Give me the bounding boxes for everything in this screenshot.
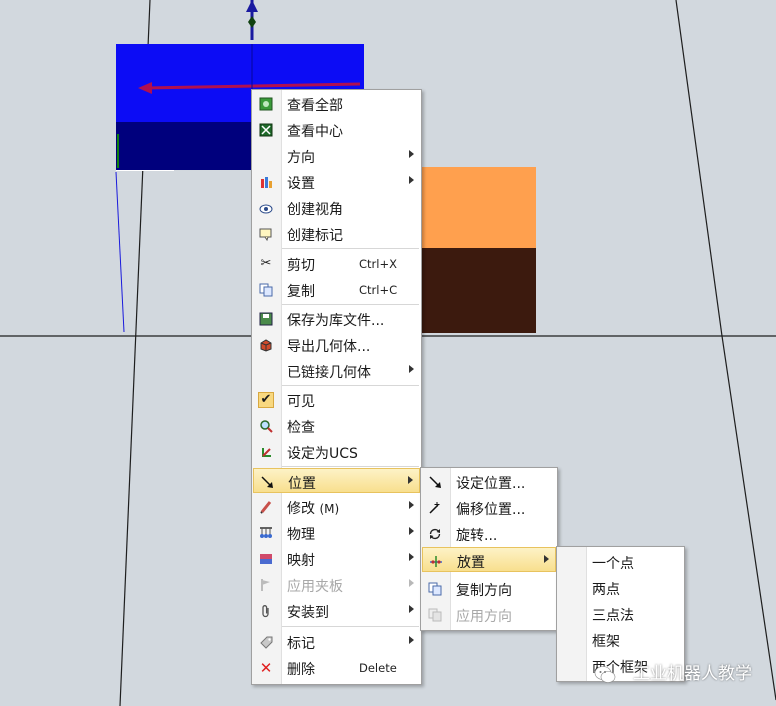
menu-item-apply-fixture: 应用夹板	[253, 572, 420, 597]
chevron-right-icon	[409, 150, 414, 158]
chevron-right-icon	[409, 579, 414, 587]
rotate-icon	[427, 526, 443, 542]
chevron-right-icon	[409, 365, 414, 373]
menu-item-delete[interactable]: ✕ 删除 Delete	[253, 655, 420, 680]
watermark-text: 工业机器人教学	[633, 664, 752, 684]
menu-item-attach-to[interactable]: 安装到	[253, 598, 420, 623]
menu-item-offset-position[interactable]: 偏移位置...	[422, 495, 556, 520]
menu-item-orientation[interactable]: 方向	[253, 143, 420, 168]
copy-orientation-icon	[427, 581, 443, 597]
menu-item-inspect[interactable]: 检查	[253, 413, 420, 438]
menu-item-view-all[interactable]: 查看全部	[253, 91, 420, 116]
menu-item-two-points[interactable]: 两点	[558, 575, 683, 600]
menu-item-physics[interactable]: 物理	[253, 520, 420, 545]
delete-icon: ✕	[259, 659, 273, 677]
physics-icon	[258, 525, 274, 541]
menu-item-modify[interactable]: 修改 (M)	[253, 494, 420, 519]
chevron-right-icon	[409, 176, 414, 184]
menu-item-set-position[interactable]: 设定位置...	[422, 469, 556, 494]
ucs-icon	[258, 444, 274, 460]
scissors-icon: ✂	[260, 256, 272, 271]
menu-item-linked-geometry[interactable]: 已链接几何体	[253, 358, 420, 383]
chevron-right-icon	[409, 553, 414, 561]
context-menu: 查看全部 查看中心 方向 设置 创建视角 创建标记 ✂ 剪切 Ctrl+X 复制…	[251, 89, 422, 685]
create-view-icon	[258, 200, 274, 216]
menu-item-place[interactable]: 放置	[422, 547, 556, 572]
paperclip-icon	[258, 603, 274, 619]
set-position-icon	[427, 474, 443, 490]
position-submenu: 设定位置... 偏移位置... 旋转... 放置 复制方向 应用方向	[420, 467, 558, 631]
create-tag-icon	[258, 226, 274, 242]
view-center-icon	[258, 122, 274, 138]
menu-item-visible[interactable]: ✔ 可见	[253, 387, 420, 412]
chevron-right-icon	[408, 476, 413, 484]
menu-item-cut[interactable]: ✂ 剪切 Ctrl+X	[253, 251, 420, 276]
chevron-right-icon	[409, 501, 414, 509]
menu-item-mapping[interactable]: 映射	[253, 546, 420, 571]
view-all-icon	[258, 96, 274, 112]
save-library-icon	[258, 311, 274, 327]
menu-item-create-view[interactable]: 创建视角	[253, 195, 420, 220]
tag-icon	[258, 634, 274, 650]
chevron-right-icon	[409, 636, 414, 644]
copy-icon	[258, 282, 274, 298]
apply-orientation-icon	[427, 607, 443, 623]
menu-item-export-geometry[interactable]: 导出几何体...	[253, 332, 420, 357]
menu-item-save-as-library[interactable]: 保存为库文件...	[253, 306, 420, 331]
menu-item-one-point[interactable]: 一个点	[558, 549, 683, 574]
place-icon	[428, 553, 444, 569]
menu-item-three-point-method[interactable]: 三点法	[558, 601, 683, 626]
chevron-right-icon	[409, 527, 414, 535]
menu-item-set-as-ucs[interactable]: 设定为UCS	[253, 439, 420, 464]
flag-icon	[258, 577, 274, 593]
inspect-icon	[258, 418, 274, 434]
chevron-right-icon	[544, 555, 549, 563]
offset-position-icon	[427, 500, 443, 516]
mapping-icon	[258, 551, 274, 567]
menu-item-frame[interactable]: 框架	[558, 627, 683, 652]
menu-item-copy[interactable]: 复制 Ctrl+C	[253, 277, 420, 302]
menu-item-apply-orientation: 应用方向	[422, 602, 556, 627]
menu-item-settings[interactable]: 设置	[253, 169, 420, 194]
menu-item-position[interactable]: 位置	[253, 468, 420, 493]
wechat-icon	[594, 666, 616, 683]
export-geometry-icon	[258, 337, 274, 353]
pencil-icon	[258, 499, 274, 515]
menu-item-tag[interactable]: 标记	[253, 629, 420, 654]
menu-item-create-tag[interactable]: 创建标记	[253, 221, 420, 246]
settings-icon	[258, 174, 274, 190]
chevron-right-icon	[409, 605, 414, 613]
position-icon	[259, 474, 275, 490]
check-icon: ✔	[258, 392, 274, 408]
menu-item-copy-orientation[interactable]: 复制方向	[422, 576, 556, 601]
menu-item-view-center[interactable]: 查看中心	[253, 117, 420, 142]
menu-item-rotate[interactable]: 旋转...	[422, 521, 556, 546]
